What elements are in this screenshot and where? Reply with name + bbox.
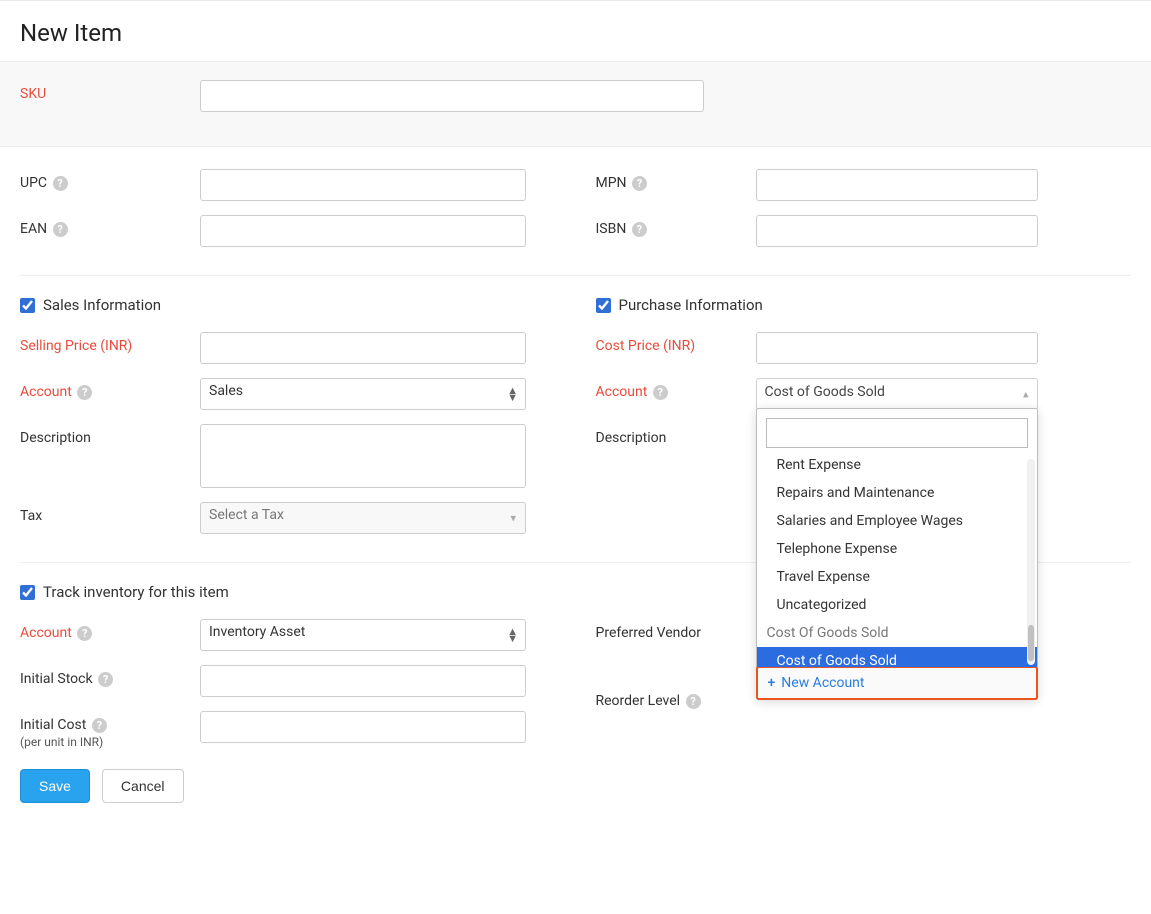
mpn-label: MPN ? bbox=[596, 169, 756, 191]
sales-account-select[interactable]: Sales ▲▼ bbox=[200, 378, 526, 410]
selling-price-label: Selling Price (INR) bbox=[20, 332, 200, 354]
sku-label: SKU bbox=[20, 80, 200, 102]
upc-input[interactable] bbox=[200, 169, 526, 201]
page-title: New Item bbox=[0, 1, 1151, 61]
ean-label: EAN ? bbox=[20, 215, 200, 237]
tax-placeholder: Select a Tax bbox=[200, 502, 526, 534]
track-inventory-checkbox[interactable] bbox=[20, 585, 35, 600]
purchase-description-label: Description bbox=[596, 424, 756, 446]
scrollbar-thumb[interactable] bbox=[1028, 625, 1034, 661]
account-option[interactable]: Uncategorized bbox=[757, 591, 1037, 619]
initial-cost-sub: (per unit in INR) bbox=[20, 735, 200, 749]
cancel-button[interactable]: Cancel bbox=[102, 769, 184, 803]
tax-select[interactable]: Select a Tax ▾ bbox=[200, 502, 526, 534]
account-option[interactable]: Travel Expense bbox=[757, 563, 1037, 591]
purchase-account-select[interactable]: Cost of Goods Sold ▴ bbox=[756, 378, 1038, 410]
initial-cost-label: Initial Cost ? (per unit in INR) bbox=[20, 711, 200, 749]
new-account-button[interactable]: + New Account bbox=[756, 666, 1038, 700]
upc-label-text: UPC bbox=[20, 175, 47, 191]
mpn-label-text: MPN bbox=[596, 175, 627, 191]
account-option[interactable]: Rent Expense bbox=[757, 457, 1037, 479]
track-inventory-label: Track inventory for this item bbox=[43, 583, 229, 601]
isbn-label-text: ISBN bbox=[596, 221, 627, 237]
inventory-account-label: Account ? bbox=[20, 619, 200, 641]
initial-cost-input[interactable] bbox=[200, 711, 526, 743]
cost-price-input[interactable] bbox=[756, 332, 1038, 364]
help-icon[interactable]: ? bbox=[53, 176, 68, 191]
inventory-account-label-text: Account bbox=[20, 625, 72, 641]
purchase-info-label: Purchase Information bbox=[619, 296, 763, 314]
help-icon[interactable]: ? bbox=[77, 626, 92, 641]
preferred-vendor-label: Preferred Vendor bbox=[596, 619, 756, 641]
sales-description-input[interactable] bbox=[200, 424, 526, 488]
sales-account-label: Account ? bbox=[20, 378, 200, 400]
reorder-level-label: Reorder Level ? bbox=[596, 687, 756, 709]
initial-stock-label: Initial Stock ? bbox=[20, 665, 200, 687]
sales-info-label: Sales Information bbox=[43, 296, 161, 314]
isbn-input[interactable] bbox=[756, 215, 1038, 247]
help-icon[interactable]: ? bbox=[98, 672, 113, 687]
account-group-label: Cost Of Goods Sold bbox=[757, 619, 1037, 647]
initial-stock-label-text: Initial Stock bbox=[20, 671, 93, 687]
cost-price-label: Cost Price (INR) bbox=[596, 332, 756, 354]
inventory-account-select[interactable]: Inventory Asset ▲▼ bbox=[200, 619, 526, 651]
save-button[interactable]: Save bbox=[20, 769, 90, 803]
inventory-account-value: Inventory Asset bbox=[200, 619, 526, 651]
help-icon[interactable]: ? bbox=[686, 694, 701, 709]
account-dropdown-panel: Rent Expense Repairs and Maintenance Sal… bbox=[756, 408, 1038, 700]
help-icon[interactable]: ? bbox=[77, 385, 92, 400]
ean-input[interactable] bbox=[200, 215, 526, 247]
tax-label: Tax bbox=[20, 502, 200, 524]
help-icon[interactable]: ? bbox=[653, 385, 668, 400]
account-option[interactable]: Repairs and Maintenance bbox=[757, 479, 1037, 507]
help-icon[interactable]: ? bbox=[632, 176, 647, 191]
account-option[interactable]: Salaries and Employee Wages bbox=[757, 507, 1037, 535]
initial-cost-label-text: Initial Cost bbox=[20, 717, 86, 733]
purchase-account-label-text: Account bbox=[596, 384, 648, 400]
reorder-level-label-text: Reorder Level bbox=[596, 693, 681, 709]
new-account-label: New Account bbox=[781, 675, 864, 691]
sales-info-checkbox[interactable] bbox=[20, 298, 35, 313]
dropdown-scrollbar[interactable] bbox=[1027, 459, 1035, 665]
upc-label: UPC ? bbox=[20, 169, 200, 191]
account-option-selected[interactable]: Cost of Goods Sold bbox=[757, 647, 1037, 667]
sales-account-label-text: Account bbox=[20, 384, 72, 400]
mpn-input[interactable] bbox=[756, 169, 1038, 201]
help-icon[interactable]: ? bbox=[92, 718, 107, 733]
account-option[interactable]: Telephone Expense bbox=[757, 535, 1037, 563]
ean-label-text: EAN bbox=[20, 221, 47, 237]
sales-account-value: Sales bbox=[200, 378, 526, 410]
sales-description-label: Description bbox=[20, 424, 200, 446]
chevron-up-icon: ▴ bbox=[1023, 388, 1029, 401]
isbn-label: ISBN ? bbox=[596, 215, 756, 237]
purchase-account-label: Account ? bbox=[596, 378, 756, 400]
purchase-info-checkbox[interactable] bbox=[596, 298, 611, 313]
purchase-account-value: Cost of Goods Sold bbox=[765, 384, 885, 400]
initial-stock-input[interactable] bbox=[200, 665, 526, 697]
selling-price-input[interactable] bbox=[200, 332, 526, 364]
help-icon[interactable]: ? bbox=[53, 222, 68, 237]
plus-icon: + bbox=[768, 675, 776, 691]
help-icon[interactable]: ? bbox=[632, 222, 647, 237]
account-search-input[interactable] bbox=[766, 418, 1028, 448]
sku-input[interactable] bbox=[200, 80, 704, 112]
